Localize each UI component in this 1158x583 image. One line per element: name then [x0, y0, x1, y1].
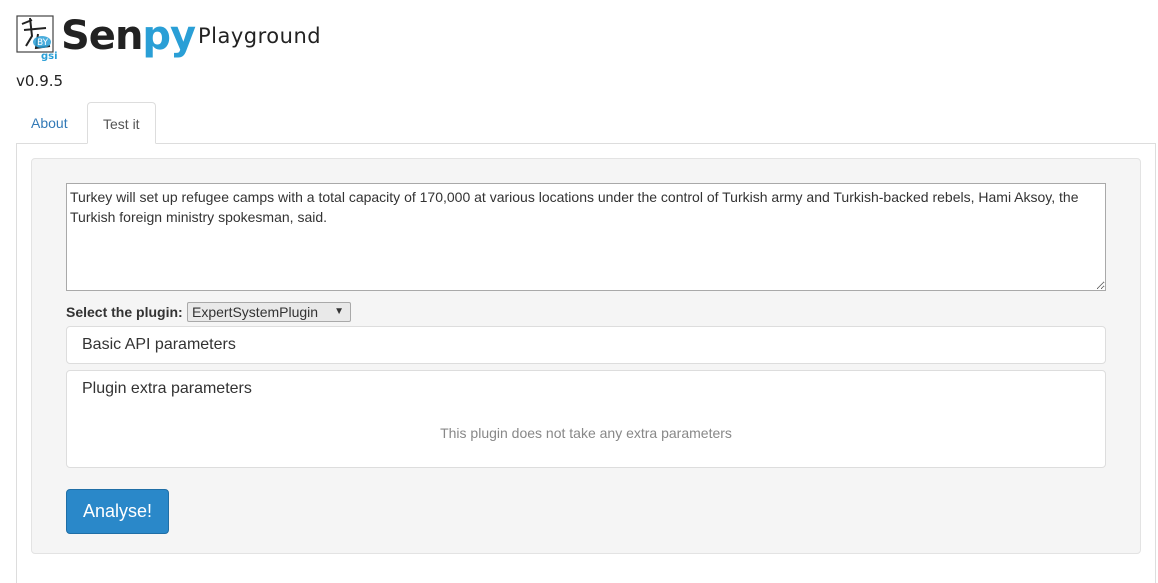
app-header: BY gsi Senpy Playground [16, 10, 416, 66]
form-well: Turkey will set up refugee camps with a … [31, 158, 1141, 554]
basic-panel-title[interactable]: Basic API parameters [82, 336, 236, 354]
brand-py: py [142, 13, 196, 59]
logo-gsi-text: gsi [41, 51, 58, 62]
brand-title: Senpy [61, 8, 196, 64]
extra-panel-note: This plugin does not take any extra para… [440, 425, 732, 441]
plugin-selector-row: Select the plugin: ExpertSystemPlugin ▼ [66, 302, 351, 322]
brand-sen: Sen [61, 13, 143, 59]
tab-bar: About Test it [16, 102, 1156, 144]
basic-api-parameters-panel[interactable]: Basic API parameters [66, 326, 1106, 364]
gsi-logo-icon: BY gsi [16, 15, 58, 62]
analyse-button[interactable]: Analyse! [66, 489, 169, 534]
plugin-select-value: ExpertSystemPlugin [192, 304, 319, 320]
input-textarea[interactable]: Turkey will set up refugee camps with a … [66, 183, 1106, 291]
plugin-extra-parameters-panel: Plugin extra parameters This plugin does… [66, 370, 1106, 468]
svg-text:BY: BY [37, 38, 49, 48]
version-label: v0.9.5 [16, 72, 64, 90]
plugin-select[interactable]: ExpertSystemPlugin ▼ [187, 302, 351, 322]
brand-subtitle: Playground [198, 24, 322, 48]
plugin-select-label: Select the plugin: [66, 304, 183, 320]
extra-panel-title[interactable]: Plugin extra parameters [82, 380, 252, 398]
tab-about[interactable]: About [16, 102, 83, 144]
test-it-pane: Turkey will set up refugee camps with a … [16, 143, 1156, 583]
tab-test-it[interactable]: Test it [87, 102, 156, 144]
chevron-down-icon: ▼ [334, 306, 344, 317]
